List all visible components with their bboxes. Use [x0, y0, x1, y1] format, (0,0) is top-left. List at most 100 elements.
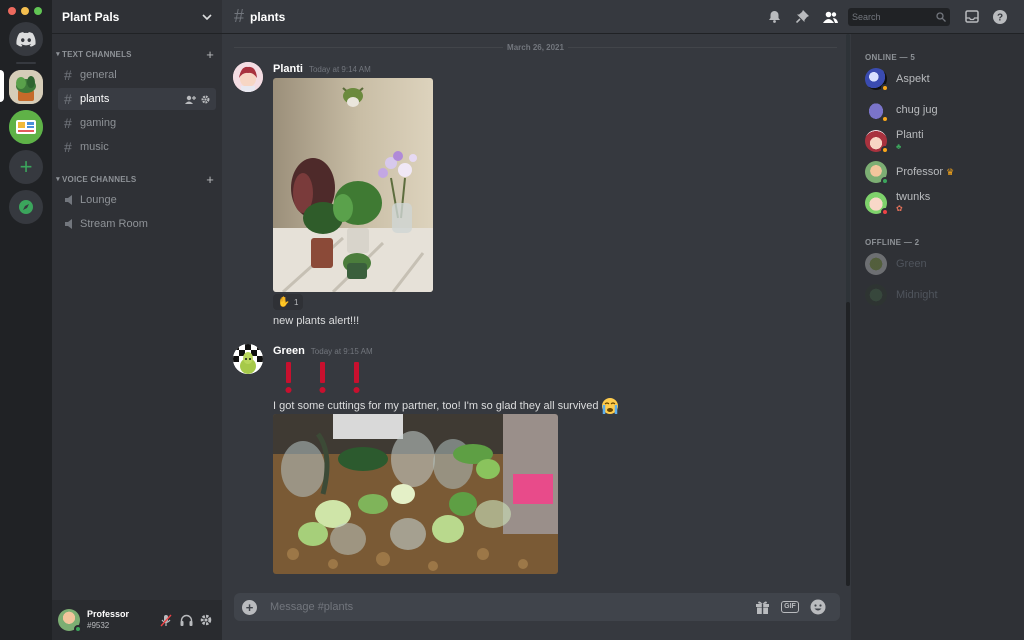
server-green[interactable]: [9, 110, 43, 144]
gif-button[interactable]: GIF: [776, 601, 804, 613]
date-divider-label: March 26, 2021: [507, 42, 564, 52]
member-chug-jug[interactable]: chug jug: [859, 95, 1017, 125]
microphone-muted-icon: [160, 614, 172, 626]
rail-divider: [16, 62, 36, 64]
anime-avatar-icon: [233, 62, 263, 92]
create-channel-icon[interactable]: +: [206, 172, 214, 187]
crown-icon: ♛: [946, 167, 955, 177]
notification-settings-button[interactable]: [760, 10, 788, 23]
avatar: [865, 68, 889, 92]
voice-channel-lounge[interactable]: Lounge: [58, 189, 216, 211]
crying-face-emoji-icon: [601, 398, 618, 414]
gear-icon[interactable]: [201, 95, 210, 104]
server-header[interactable]: Plant Pals: [52, 0, 222, 34]
smiley-icon: [810, 599, 826, 615]
gift-icon: [755, 601, 769, 614]
member-green[interactable]: Green: [859, 249, 1017, 279]
member-professor[interactable]: Professor ♛: [859, 157, 1017, 187]
channel-sidebar: Plant Pals ▾ TEXT CHANNELS + # general #…: [52, 0, 222, 640]
scrollbar[interactable]: [846, 34, 850, 586]
plant-emoji-icon: ♣: [896, 142, 902, 151]
minimize-window-button[interactable]: [21, 7, 29, 15]
exclamation-emojis: [283, 362, 373, 394]
channel-label: general: [80, 69, 117, 81]
message-author[interactable]: Planti: [273, 63, 303, 75]
scrollbar-thumb[interactable]: [846, 302, 850, 586]
cuttings-photo: [273, 414, 558, 574]
pinned-messages-button[interactable]: [788, 10, 816, 23]
home-button[interactable]: [9, 22, 43, 56]
channel-plants[interactable]: # plants: [58, 88, 216, 110]
help-button[interactable]: ?: [986, 9, 1014, 24]
caret-down-icon: ▾: [56, 176, 60, 183]
online-status-dot: [881, 177, 889, 185]
member-name: Midnight: [896, 289, 938, 301]
message-content: new plants alert!!!: [273, 315, 360, 327]
search-input[interactable]: [852, 11, 936, 22]
category-text-channels[interactable]: ▾ TEXT CHANNELS +: [52, 47, 222, 62]
user-info[interactable]: Professor #9532: [87, 609, 156, 631]
bell-icon: [768, 11, 780, 23]
upload-button[interactable]: +: [242, 599, 257, 615]
server-plant-pals[interactable]: [9, 70, 43, 104]
member-planti[interactable]: Planti ♣: [859, 126, 1017, 156]
search-box[interactable]: [848, 7, 950, 26]
emoji-button[interactable]: [804, 599, 832, 615]
inbox-button[interactable]: [958, 10, 986, 23]
green-server-icon: [9, 110, 43, 144]
discord-logo-icon: [16, 31, 36, 47]
create-channel-icon[interactable]: +: [206, 47, 214, 62]
search-icon: [936, 11, 946, 22]
idle-status-dot: [881, 84, 889, 92]
plants-photo: [273, 78, 433, 292]
user-settings-button[interactable]: [196, 614, 216, 626]
avatar: [865, 161, 889, 185]
channel-gaming[interactable]: # gaming: [58, 112, 216, 134]
dnd-status-dot: [881, 208, 889, 216]
member-name-text: Professor: [896, 166, 944, 178]
channel-label: music: [80, 141, 109, 153]
explore-servers-button[interactable]: [9, 190, 43, 224]
invite-icon[interactable]: [185, 95, 196, 104]
add-server-button[interactable]: +: [9, 150, 43, 184]
avatar: [865, 99, 889, 123]
channel-title: plants: [250, 9, 286, 24]
member-twunks[interactable]: twunks ✿: [859, 188, 1017, 218]
message-input[interactable]: [270, 601, 748, 613]
plus-icon: +: [19, 154, 33, 179]
avatar[interactable]: [233, 62, 263, 92]
gift-button[interactable]: [748, 600, 776, 614]
chevron-down-icon: [202, 13, 212, 20]
date-divider: March 26, 2021: [234, 41, 837, 53]
help-icon: ?: [993, 9, 1007, 24]
channel-general[interactable]: # general: [58, 64, 216, 86]
plant-server-icon: [9, 70, 43, 104]
deafen-button[interactable]: [176, 614, 196, 626]
exclamation-mark-icon: [285, 362, 360, 393]
maximize-window-button[interactable]: [34, 7, 42, 15]
close-window-button[interactable]: [8, 7, 16, 15]
channel-label: plants: [80, 93, 110, 105]
member-name: chug jug: [896, 104, 938, 116]
hashtag-icon: #: [64, 91, 72, 107]
member-midnight[interactable]: Midnight: [859, 280, 1017, 310]
reaction-button[interactable]: ✋ 1: [273, 294, 303, 310]
image-attachment[interactable]: [273, 414, 558, 574]
message-list[interactable]: March 26, 2021 Planti Today at 9:14 AM ✋…: [222, 34, 851, 640]
message-composer: + GIF: [234, 593, 840, 621]
reaction-count: 1: [294, 297, 299, 307]
message-author[interactable]: Green: [273, 345, 305, 357]
category-voice-channels[interactable]: ▾ VOICE CHANNELS +: [52, 172, 222, 187]
avatar[interactable]: [233, 344, 263, 374]
avatar: [865, 284, 887, 306]
channel-music[interactable]: # music: [58, 136, 216, 158]
message-timestamp: Today at 9:15 AM: [310, 347, 373, 356]
image-attachment[interactable]: [273, 78, 433, 292]
member-name: Aspekt: [896, 73, 930, 85]
active-server-indicator: [0, 70, 4, 102]
mute-button[interactable]: [156, 614, 176, 627]
member-aspekt[interactable]: Aspekt: [859, 64, 1017, 94]
voice-channel-stream-room[interactable]: Stream Room: [58, 213, 216, 235]
avatar[interactable]: [58, 609, 82, 633]
member-list-toggle[interactable]: [816, 11, 844, 23]
